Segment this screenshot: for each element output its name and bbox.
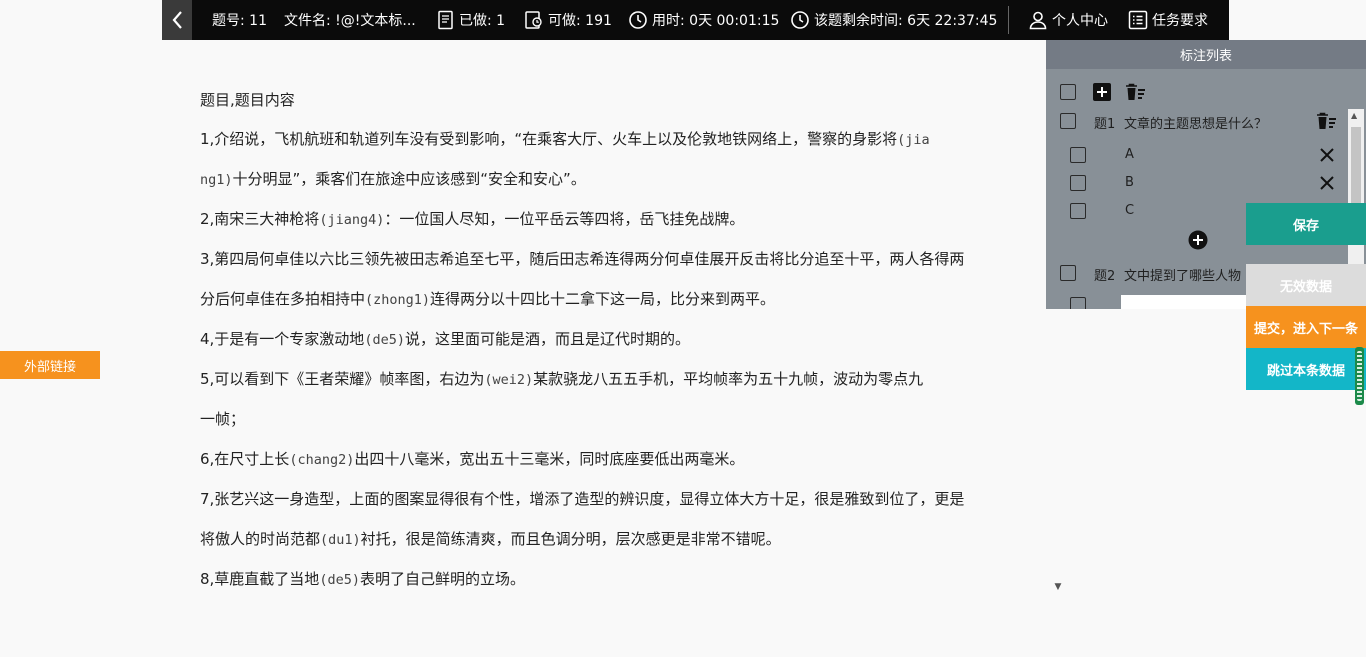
option-c-label: C bbox=[1125, 203, 1135, 218]
article-text: 一帧； bbox=[200, 410, 246, 428]
done-count: 已做: 1 bbox=[437, 0, 505, 40]
article-text: 将傲人的时尚范都 bbox=[200, 530, 321, 548]
scroll-down-arrow-icon[interactable]: ▼ bbox=[1050, 582, 1066, 596]
question-1-checkbox[interactable] bbox=[1060, 113, 1076, 129]
question-2-label: 题2 bbox=[1094, 269, 1116, 284]
trash-icon[interactable] bbox=[1125, 83, 1147, 101]
article-line: 5,可以看到下《王者荣耀》帧率图，右边为(wei2)某款骁龙八五五手机，平均帧率… bbox=[200, 360, 1030, 400]
article-line: 6,在尺寸上长(chang2)出四十八毫米，宽出五十三毫米，同时底座要低出两毫米… bbox=[200, 440, 1030, 480]
back-button[interactable] bbox=[162, 0, 192, 40]
article-text: 十分明显”，乘客们在旅途中应该感到“安全和安心”。 bbox=[232, 170, 586, 188]
invalid-data-button[interactable]: 无效数据 bbox=[1246, 264, 1366, 306]
add-circle-icon[interactable] bbox=[1188, 230, 1208, 250]
panel-title: 标注列表 bbox=[1046, 40, 1366, 69]
article-text: 8,草鹿直截了当地 bbox=[200, 570, 320, 588]
article-text: 某款骁龙八五五手机，平均帧率为五十九帧，波动为零点九 bbox=[533, 370, 924, 388]
close-icon[interactable] bbox=[1319, 147, 1335, 163]
done-label: 已做: 1 bbox=[459, 13, 506, 29]
skip-button[interactable]: 跳过本条数据 bbox=[1246, 348, 1366, 390]
option-a-checkbox[interactable] bbox=[1070, 147, 1086, 163]
question-1-text[interactable]: 文章的主题思想是什么？ bbox=[1124, 113, 1267, 132]
article-text: 说，这里面可能是酒，而且是辽代时期的。 bbox=[404, 330, 690, 348]
person-icon bbox=[1029, 11, 1047, 30]
article-line: 一帧； bbox=[200, 400, 1030, 440]
trash-icon[interactable] bbox=[1316, 112, 1338, 130]
personal-center-label: 个人中心 bbox=[1052, 13, 1108, 29]
pinyin-annotation: (jia bbox=[897, 132, 930, 148]
pinyin-annotation: (wei2) bbox=[484, 372, 534, 388]
pinyin-annotation: ng1) bbox=[200, 172, 233, 188]
article-text: 出四十八毫米，宽出五十三毫米，同时底座要低出两毫米。 bbox=[354, 450, 745, 468]
option-b-label: B bbox=[1125, 175, 1134, 190]
article-text: 连得两分以十四比十二拿下这一局，比分来到两平。 bbox=[430, 290, 776, 308]
question-2-text[interactable]: 文中提到了哪些人物 bbox=[1124, 265, 1241, 284]
question-number: 题号: 11 bbox=[212, 13, 267, 29]
article-line: 分后何卓佳在多拍相持中(zhong1)连得两分以十四比十二拿下这一局，比分来到两… bbox=[200, 280, 1030, 320]
submit-next-button[interactable]: 提交，进入下一条 bbox=[1246, 306, 1366, 348]
back-arrow-icon bbox=[172, 11, 182, 29]
article-text: 2,南宋三大神枪将 bbox=[200, 210, 320, 228]
close-icon[interactable] bbox=[1319, 175, 1335, 191]
remaining-time: 该题剩余时间: 6天 22:37:45 bbox=[790, 0, 997, 40]
article-body: 1,介绍说，飞机航班和轨道列车没有受到影响，“在乘客大厅、火车上以及伦敦地铁网络… bbox=[200, 120, 1030, 600]
remaining-time-label: 该题剩余时间: 6天 22:37:45 bbox=[814, 13, 998, 29]
article-content: 题目,题目内容 1,介绍说，飞机航班和轨道列车没有受到影响，“在乘客大厅、火车上… bbox=[200, 81, 1030, 600]
article-line: 2,南宋三大神枪将(jiang4)：一位国人尽知，一位平岳云等四将，岳飞挂免战牌… bbox=[200, 200, 1030, 240]
article-title: 题目,题目内容 bbox=[200, 91, 295, 109]
clock-icon bbox=[629, 11, 647, 29]
article-line: 3,第四局何卓佳以六比三领先被田志希追至七平，随后田志希连得两分何卓佳展开反击将… bbox=[200, 240, 1030, 280]
topbar-divider bbox=[1008, 6, 1009, 34]
available-count: 可做: 191 bbox=[524, 0, 612, 40]
external-link-button[interactable]: 外部链接 bbox=[0, 351, 100, 379]
pinyin-annotation: (de5) bbox=[319, 572, 360, 588]
save-button[interactable]: 保存 bbox=[1246, 203, 1366, 245]
option-a-label: A bbox=[1125, 147, 1134, 162]
question-2-option-checkbox[interactable] bbox=[1070, 297, 1086, 309]
article-text: 5,可以看到下《王者荣耀》帧率图，右边为 bbox=[200, 370, 485, 388]
clock-icon bbox=[791, 11, 809, 29]
pinyin-annotation: (jiang4) bbox=[319, 212, 385, 228]
select-all-checkbox[interactable] bbox=[1060, 84, 1076, 100]
personal-center-link[interactable]: 个人中心 bbox=[1028, 0, 1108, 40]
task-requirements-label: 任务要求 bbox=[1152, 13, 1208, 29]
task-requirements-link[interactable]: 任务要求 bbox=[1128, 0, 1208, 40]
side-drag-handle[interactable] bbox=[1355, 347, 1364, 405]
article-text: 6,在尺寸上长 bbox=[200, 450, 290, 468]
question-1-label: 题1 bbox=[1094, 117, 1116, 132]
article-line: 8,草鹿直截了当地(de5)表明了自己鲜明的立场。 bbox=[200, 560, 1030, 600]
option-c-checkbox[interactable] bbox=[1070, 203, 1086, 219]
pinyin-annotation: (du1) bbox=[320, 532, 361, 548]
article-text: 3,第四局何卓佳以六比三领先被田志希追至七平，随后田志希连得两分何卓佳展开反击将… bbox=[200, 250, 965, 268]
time-used-label: 用时: 0天 00:01:15 bbox=[652, 13, 780, 29]
edit-icon bbox=[525, 11, 542, 29]
pinyin-annotation: (de5) bbox=[364, 332, 405, 348]
article-line: 1,介绍说，飞机航班和轨道列车没有受到影响，“在乘客大厅、火车上以及伦敦地铁网络… bbox=[200, 120, 1030, 160]
question-2-checkbox[interactable] bbox=[1060, 265, 1076, 281]
article-line: 7,张艺兴这一身造型，上面的图案显得很有个性，增添了造型的辨识度，显得立体大方十… bbox=[200, 480, 1030, 520]
pinyin-annotation: (chang2) bbox=[289, 452, 355, 468]
available-label: 可做: 191 bbox=[548, 13, 612, 29]
pinyin-annotation: (zhong1) bbox=[365, 292, 431, 308]
option-b-checkbox[interactable] bbox=[1070, 175, 1086, 191]
file-icon bbox=[438, 10, 453, 30]
article-text: 1,介绍说，飞机航班和轨道列车没有受到影响，“在乘客大厅、火车上以及伦敦地铁网络… bbox=[200, 130, 898, 148]
article-text: 7,张艺兴这一身造型，上面的图案显得很有个性，增添了造型的辨识度，显得立体大方十… bbox=[200, 490, 965, 508]
article-line: 将傲人的时尚范都(du1)衬托，很是简练清爽，而且色调分明，层次感更是非常不错呢… bbox=[200, 520, 1030, 560]
article-text: 表明了自己鲜明的立场。 bbox=[359, 570, 525, 588]
article-text: 分后何卓佳在多拍相持中 bbox=[200, 290, 366, 308]
filename: 文件名: !@!文本标... bbox=[284, 13, 416, 29]
add-icon[interactable] bbox=[1093, 83, 1111, 101]
top-bar: 题号: 11 文件名: !@!文本标... 已做: 1 可做: 191 用时: … bbox=[162, 0, 1229, 40]
article-text: 4,于是有一个专家激动地 bbox=[200, 330, 365, 348]
article-line: 4,于是有一个专家激动地(de5)说，这里面可能是酒，而且是辽代时期的。 bbox=[200, 320, 1030, 360]
article-line: ng1)十分明显”，乘客们在旅途中应该感到“安全和安心”。 bbox=[200, 160, 1030, 200]
article-text: ：一位国人尽知，一位平岳云等四将，岳飞挂免战牌。 bbox=[384, 210, 745, 228]
article-text: 衬托，很是简练清爽，而且色调分明，层次感更是非常不错呢。 bbox=[360, 530, 781, 548]
time-used: 用时: 0天 00:01:15 bbox=[628, 0, 779, 40]
list-icon bbox=[1128, 10, 1148, 30]
scroll-up-arrow-icon[interactable]: ▲ bbox=[1351, 111, 1357, 120]
